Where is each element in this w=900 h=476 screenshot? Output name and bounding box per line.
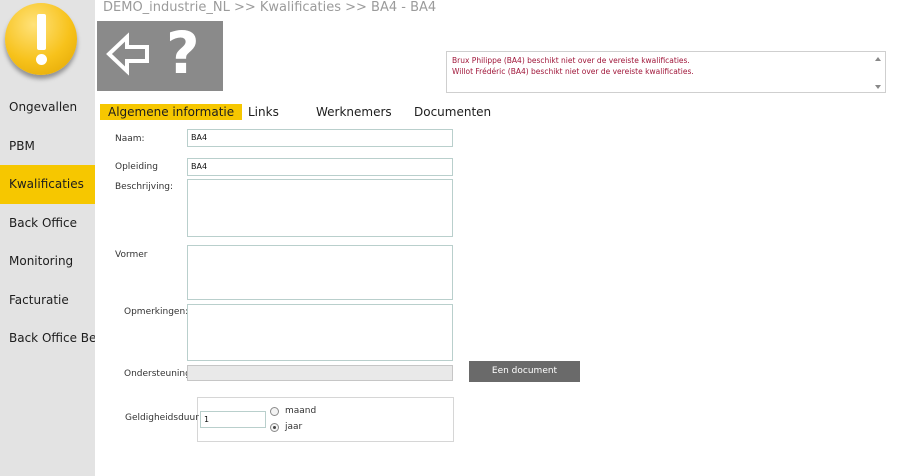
breadcrumb: DEMO_industrie_NL >> Kwalificaties >> BA… <box>103 0 437 15</box>
messages-panel: Brux Philippe (BA4) beschikt niet over d… <box>446 51 886 93</box>
help-button[interactable]: ? <box>160 19 223 91</box>
naam-field[interactable]: BA4 <box>187 129 453 147</box>
opmerkingen-label: Opmerkingen: <box>124 307 189 317</box>
warning-logo-icon <box>5 3 77 75</box>
radio-jaar[interactable]: jaar <box>270 421 302 433</box>
tab-documenten[interactable]: Documenten <box>414 104 491 120</box>
geldigheidsduur-label: Geldigheidsduur <box>125 413 199 423</box>
back-arrow-icon <box>106 32 149 76</box>
sidebar-item-back-office[interactable]: Back Office <box>0 204 95 243</box>
sidebar-item-back-office-bedrijf[interactable]: Back Office Bedrijf <box>0 319 95 358</box>
beschrijving-label: Beschrijving: <box>115 182 174 192</box>
message-item: Brux Philippe (BA4) beschikt niet over d… <box>452 56 690 65</box>
radio-button[interactable] <box>270 406 279 416</box>
vormer-label: Vormer <box>115 250 148 260</box>
back-button[interactable] <box>97 21 160 91</box>
question-mark-icon: ? <box>166 19 200 87</box>
sidebar: Ongevallen PBM Kwalificaties Back Office… <box>0 0 95 476</box>
scroll-down-icon[interactable] <box>875 85 881 89</box>
tab-werknemers[interactable]: Werknemers <box>316 104 392 120</box>
ondersteuning-label: Ondersteuning <box>124 369 191 379</box>
radio-button[interactable] <box>270 422 279 432</box>
tab-links[interactable]: Links <box>248 104 279 120</box>
sidebar-nav: Ongevallen PBM Kwalificaties Back Office… <box>0 88 95 358</box>
radio-label: maand <box>285 406 317 416</box>
radio-label: jaar <box>285 422 303 432</box>
sidebar-item-pbm[interactable]: PBM <box>0 127 95 166</box>
beschrijving-field[interactable] <box>187 179 453 237</box>
sidebar-item-facturatie[interactable]: Facturatie <box>0 281 95 320</box>
messages-scrollbar[interactable] <box>873 52 885 92</box>
sidebar-item-ongevallen[interactable]: Ongevallen <box>0 88 95 127</box>
message-item: Willot Frédéric (BA4) beschikt niet over… <box>452 67 694 76</box>
vormer-field[interactable] <box>187 245 453 300</box>
radio-maand[interactable]: maand <box>270 405 316 417</box>
sidebar-item-kwalificaties[interactable]: Kwalificaties <box>0 165 95 204</box>
opleiding-field[interactable]: BA4 <box>187 158 453 176</box>
opleiding-label: Opleiding <box>115 162 158 172</box>
scroll-up-icon[interactable] <box>875 57 881 61</box>
geldigheidsduur-input[interactable]: 1 <box>200 411 266 428</box>
tab-algemene-informatie[interactable]: Algemene informatie <box>100 104 243 120</box>
sidebar-item-monitoring[interactable]: Monitoring <box>0 242 95 281</box>
upload-document-button[interactable]: Een document <box>469 361 580 382</box>
toolbar: ? <box>97 19 223 91</box>
naam-label: Naam: <box>115 134 145 144</box>
ondersteuning-field[interactable] <box>187 365 453 381</box>
opmerkingen-field[interactable] <box>187 304 453 361</box>
